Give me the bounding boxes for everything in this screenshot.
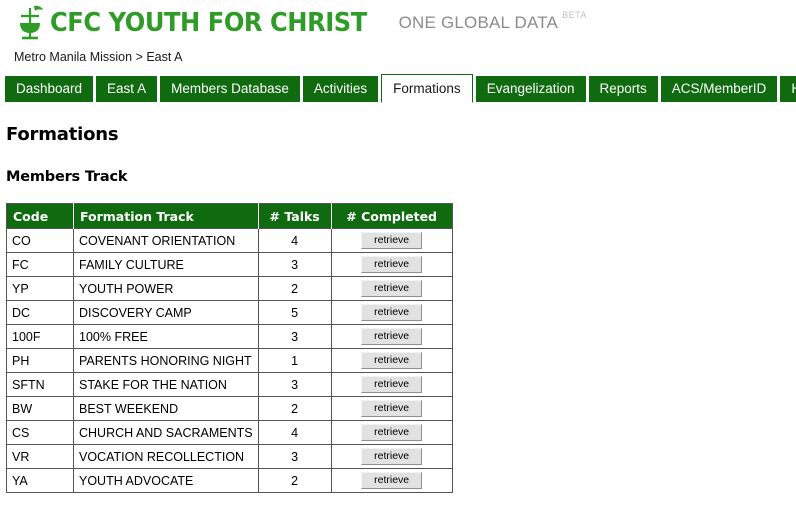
cell-completed: retrieve bbox=[330, 300, 453, 325]
cell-code: 100F bbox=[6, 324, 74, 349]
cell-code: VR bbox=[6, 444, 74, 469]
cell-talks-count: 3 bbox=[257, 444, 332, 469]
cell-talks-count: 5 bbox=[257, 300, 332, 325]
tab-east-a[interactable]: East A bbox=[96, 76, 158, 102]
column-header-talks: # Talks bbox=[258, 203, 332, 229]
chalice-cross-dove-icon bbox=[14, 4, 48, 42]
cell-completed: retrieve bbox=[330, 468, 453, 493]
members-track-table: Code Formation Track # Talks # Completed… bbox=[6, 203, 453, 493]
cell-talks-count: 4 bbox=[257, 228, 332, 253]
table-body: CO COVENANT ORIENTATION 4 retrieve FC FAMILY … bbox=[6, 228, 453, 493]
cell-talks-count: 4 bbox=[257, 420, 332, 445]
brand-tagline-text: ONE GLOBAL DATA bbox=[398, 13, 559, 32]
cell-code: YA bbox=[6, 468, 74, 493]
table-row: 100F 100% FREE 3 retrieve bbox=[6, 324, 453, 349]
brand-wordmark: CFC YOUTH FOR CHRIST bbox=[50, 8, 367, 38]
section-title: Members Track bbox=[6, 169, 128, 185]
cell-talks-count: 1 bbox=[257, 348, 332, 373]
cell-code: PH bbox=[6, 348, 74, 373]
cell-completed: retrieve bbox=[330, 228, 453, 253]
cell-completed: retrieve bbox=[330, 420, 453, 445]
cell-code: CO bbox=[6, 228, 74, 253]
tab-reports[interactable]: Reports bbox=[588, 76, 658, 102]
cell-talks-count: 2 bbox=[257, 468, 332, 493]
cell-code: DC bbox=[6, 300, 74, 325]
tab-acs-memberid[interactable]: ACS/MemberID bbox=[660, 76, 778, 102]
brand-beta-badge: BETA bbox=[562, 10, 587, 20]
retrieve-button[interactable]: retrieve bbox=[361, 400, 423, 417]
tab-formations[interactable]: Formations bbox=[381, 74, 473, 103]
cell-formation-track: FAMILY CULTURE bbox=[73, 252, 259, 277]
cell-completed: retrieve bbox=[330, 276, 453, 301]
tab-activities[interactable]: Activities bbox=[302, 76, 379, 102]
cell-code: YP bbox=[6, 276, 74, 301]
cell-completed: retrieve bbox=[330, 348, 453, 373]
cell-talks-count: 2 bbox=[257, 396, 332, 421]
tab-evangelization[interactable]: Evangelization bbox=[475, 76, 586, 102]
cell-formation-track: STAKE FOR THE NATION bbox=[73, 372, 259, 397]
cell-formation-track: COVENANT ORIENTATION bbox=[73, 228, 259, 253]
cell-formation-track: DISCOVERY CAMP bbox=[73, 300, 259, 325]
retrieve-button[interactable]: retrieve bbox=[361, 256, 423, 273]
brand-tagline: ONE GLOBAL DATA BETA bbox=[398, 10, 587, 33]
cell-code: SFTN bbox=[6, 372, 74, 397]
main-content: Formations Members Track Code Formation … bbox=[0, 124, 796, 493]
table-header-row: Code Formation Track # Talks # Completed bbox=[6, 203, 453, 229]
cell-formation-track: BEST WEEKEND bbox=[73, 396, 259, 421]
retrieve-button[interactable]: retrieve bbox=[361, 448, 423, 465]
retrieve-button[interactable]: retrieve bbox=[361, 232, 423, 249]
retrieve-button[interactable]: retrieve bbox=[361, 472, 423, 489]
table-row: DC DISCOVERY CAMP 5 retrieve bbox=[6, 300, 453, 325]
cell-code: BW bbox=[6, 396, 74, 421]
cell-talks-count: 3 bbox=[257, 252, 332, 277]
column-header-code: Code bbox=[6, 203, 74, 229]
cell-completed: retrieve bbox=[330, 252, 453, 277]
retrieve-button[interactable]: retrieve bbox=[361, 280, 423, 297]
table-row: CS CHURCH AND SACRAMENTS 4 retrieve bbox=[6, 420, 453, 445]
table-row: PH PARENTS HONORING NIGHT 1 retrieve bbox=[6, 348, 453, 373]
cell-talks-count: 3 bbox=[257, 372, 332, 397]
retrieve-button[interactable]: retrieve bbox=[361, 304, 423, 321]
cell-formation-track: VOCATION RECOLLECTION bbox=[73, 444, 259, 469]
cell-formation-track: 100% FREE bbox=[73, 324, 259, 349]
tab-members-database[interactable]: Members Database bbox=[160, 76, 300, 102]
tab-help[interactable]: Help bbox=[780, 76, 796, 102]
primary-navigation-tabs: Dashboard East A Members Database Activitie… bbox=[5, 74, 796, 103]
cell-completed: retrieve bbox=[330, 444, 453, 469]
cell-code: CS bbox=[6, 420, 74, 445]
cell-completed: retrieve bbox=[330, 324, 453, 349]
table-row: YA YOUTH ADVOCATE 2 retrieve bbox=[6, 468, 453, 493]
cell-completed: retrieve bbox=[330, 372, 453, 397]
table-row: VR VOCATION RECOLLECTION 3 retrieve bbox=[6, 444, 453, 469]
column-header-completed: # Completed bbox=[331, 203, 453, 229]
cell-formation-track: YOUTH POWER bbox=[73, 276, 259, 301]
cell-completed: retrieve bbox=[330, 396, 453, 421]
table-row: CO COVENANT ORIENTATION 4 retrieve bbox=[6, 228, 453, 253]
table-row: SFTN STAKE FOR THE NATION 3 retrieve bbox=[6, 372, 453, 397]
column-header-formation-track: Formation Track bbox=[73, 203, 259, 229]
cell-formation-track: YOUTH ADVOCATE bbox=[73, 468, 259, 493]
breadcrumb: Metro Manila Mission > East A bbox=[14, 50, 183, 64]
site-header: CFC YOUTH FOR CHRIST ONE GLOBAL DATA BETA bbox=[0, 0, 796, 44]
retrieve-button[interactable]: retrieve bbox=[361, 376, 423, 393]
cell-formation-track: PARENTS HONORING NIGHT bbox=[73, 348, 259, 373]
cell-code: FC bbox=[6, 252, 74, 277]
page-title: Formations bbox=[6, 124, 119, 145]
table-row: YP YOUTH POWER 2 retrieve bbox=[6, 276, 453, 301]
table-head: Code Formation Track # Talks # Completed bbox=[6, 203, 453, 229]
table-row: BW BEST WEEKEND 2 retrieve bbox=[6, 396, 453, 421]
cell-talks-count: 3 bbox=[257, 324, 332, 349]
cell-formation-track: CHURCH AND SACRAMENTS bbox=[73, 420, 259, 445]
table-row: FC FAMILY CULTURE 3 retrieve bbox=[6, 252, 453, 277]
retrieve-button[interactable]: retrieve bbox=[361, 328, 423, 345]
retrieve-button[interactable]: retrieve bbox=[361, 352, 423, 369]
retrieve-button[interactable]: retrieve bbox=[361, 424, 423, 441]
tab-dashboard[interactable]: Dashboard bbox=[5, 76, 94, 102]
cell-talks-count: 2 bbox=[257, 276, 332, 301]
